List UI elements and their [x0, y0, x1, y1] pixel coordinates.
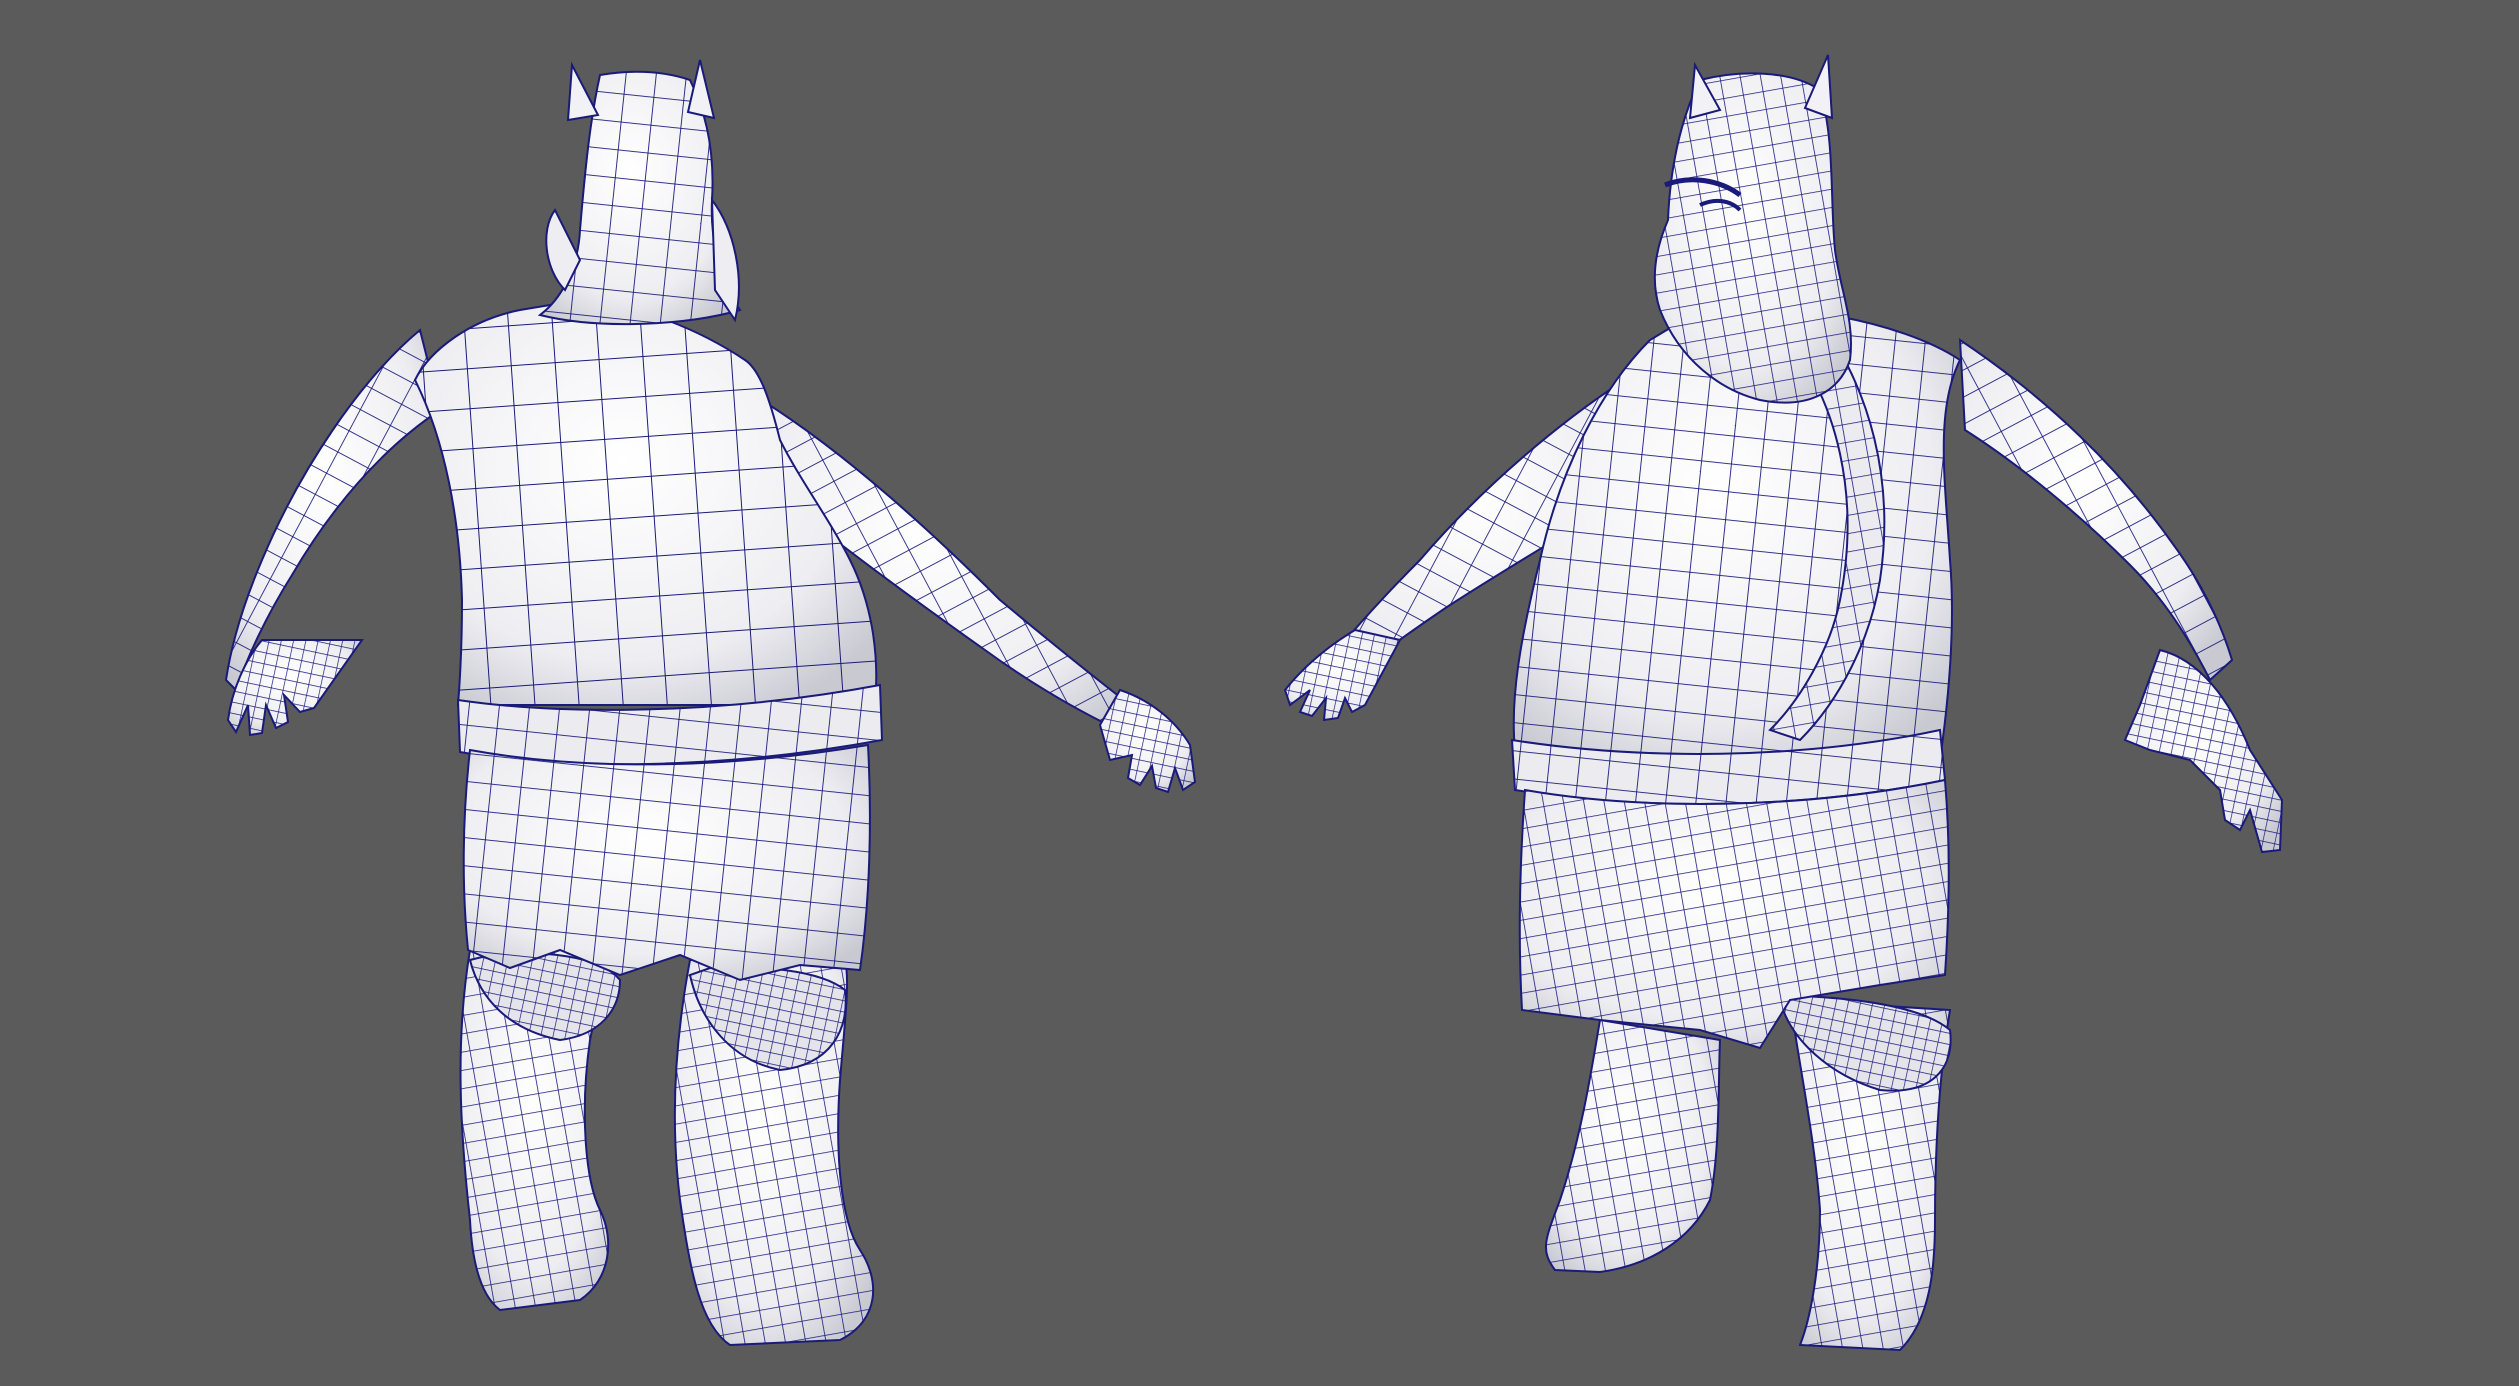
- ogre-wireframe-front-icon[interactable]: [1283, 54, 2284, 1352]
- 3d-viewport[interactable]: [0, 0, 2519, 1386]
- viewport-canvas: [224, 54, 2284, 1352]
- ogre-wireframe-back-icon[interactable]: [224, 59, 1197, 1347]
